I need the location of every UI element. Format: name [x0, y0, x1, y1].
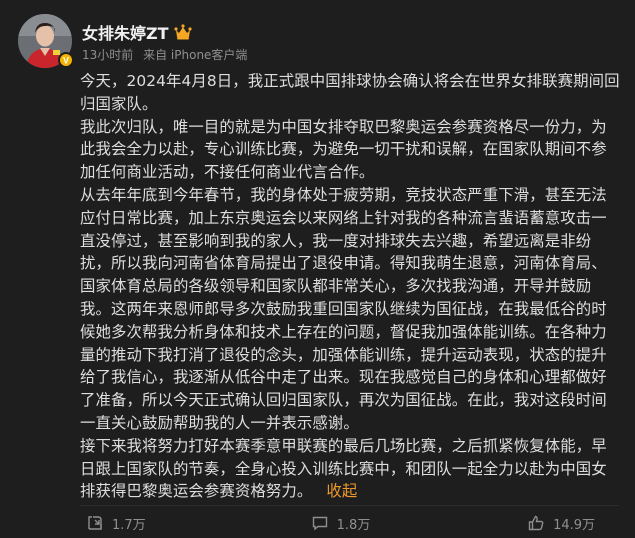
repost-count: 1.7万 — [112, 517, 146, 533]
svg-text:V: V — [63, 56, 69, 66]
comment-count: 1.8万 — [336, 517, 371, 533]
avatar-container[interactable]: V — [18, 14, 74, 68]
divider — [80, 505, 619, 506]
post-content: 今天，2024年4月8日，我正式跟中国排球协会确认将会在世界女排联赛期间回归国家… — [80, 70, 620, 503]
weibo-post: V 女排朱婷ZT 13小时前 来自 iPhone客户端 今天，2024年4月8日… — [0, 0, 635, 538]
post-source: 来自 iPhone客户端 — [143, 48, 248, 62]
post-header: V 女排朱婷ZT 13小时前 来自 iPhone客户端 — [18, 14, 618, 72]
paragraph-1: 今天，2024年4月8日，我正式跟中国排球协会确认将会在世界女排联赛期间回归国家… — [80, 72, 620, 113]
comment-icon — [311, 514, 329, 532]
user-name[interactable]: 女排朱婷ZT — [82, 20, 169, 44]
collapse-link[interactable]: 收起 — [326, 482, 357, 500]
like-button[interactable]: 14.9万 — [425, 510, 625, 536]
like-icon — [527, 514, 545, 532]
repost-button[interactable]: 1.7万 — [80, 510, 256, 536]
paragraph-3: 从去年年底到今年春节，我的身体处于疲劳期，竞技状态严重下滑，甚至无法应付日常比赛… — [80, 185, 607, 432]
crown-member-icon[interactable] — [173, 23, 193, 41]
paragraph-2: 我此次归队，唯一目的就是为中国女排夺取巴黎奥运会参赛资格尽一份力，为此我会全力以… — [80, 117, 607, 182]
verified-badge-icon: V — [58, 52, 74, 68]
paragraph-4: 接下来我将努力打好本赛季意甲联赛的最后几场比赛，之后抓紧恢复体能，早日跟上国家队… — [80, 435, 620, 503]
name-row: 女排朱婷ZT — [82, 20, 193, 44]
comment-button[interactable]: 1.8万 — [256, 510, 426, 536]
like-count: 14.9万 — [553, 517, 596, 533]
action-bar: 1.7万 1.8万 14.9万 — [80, 510, 625, 536]
repost-icon — [86, 514, 104, 532]
post-time[interactable]: 13小时前 — [82, 48, 133, 62]
post-meta: 13小时前 来自 iPhone客户端 — [82, 46, 247, 63]
